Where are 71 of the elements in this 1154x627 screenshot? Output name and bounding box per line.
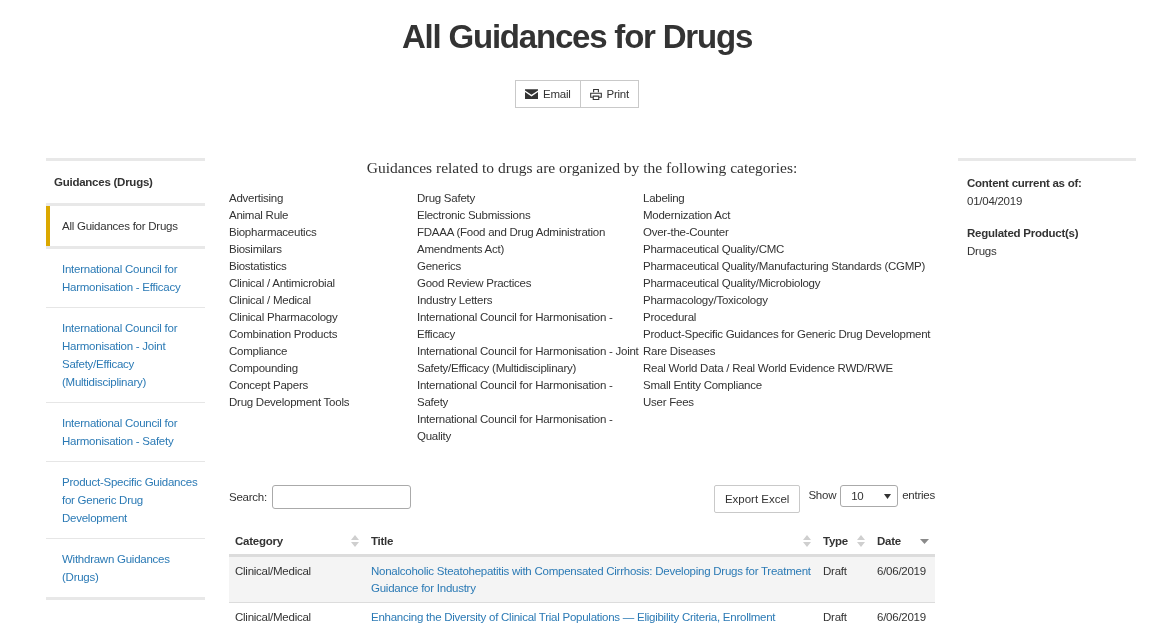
table-cell: Clinical/Medical: [229, 555, 365, 603]
category-link[interactable]: Generics: [417, 258, 462, 275]
sidebar-heading: Guidances (Drugs): [54, 176, 153, 188]
category-link[interactable]: Compounding: [229, 360, 298, 377]
sidebar-link[interactable]: International Council for Harmonisation - Efficacy: [46, 249, 205, 307]
category-link[interactable]: Pharmaceutical Quality/Microbiology: [643, 275, 821, 292]
category-link[interactable]: Clinical Pharmacology: [229, 309, 338, 326]
category-link[interactable]: Procedural: [643, 309, 697, 326]
category-link[interactable]: International Council for Harmonisation - Efficacy: [417, 309, 643, 343]
category-link[interactable]: Good Review Practices: [417, 275, 532, 292]
page-title: All Guidances for Drugs: [401, 17, 753, 57]
category-link[interactable]: Clinical / Medical: [229, 292, 311, 309]
sidebar-link[interactable]: All Guidances for Drugs: [46, 206, 205, 246]
show-label: Show: [808, 488, 837, 503]
category-link[interactable]: Product-Specific Guidances for Generic Drug Development: [643, 326, 931, 343]
email-button[interactable]: Email: [515, 80, 581, 108]
table-cell: Clinical/Medical: [229, 602, 365, 627]
category-link[interactable]: Advertising: [229, 190, 284, 207]
page-size-select[interactable]: 10: [840, 485, 899, 507]
category-link[interactable]: Electronic Submissions: [417, 207, 531, 224]
envelope-icon: [525, 89, 539, 99]
category-link[interactable]: Biostatistics: [229, 258, 287, 275]
category-link[interactable]: Animal Rule: [229, 207, 289, 224]
category-link[interactable]: International Council for Harmonisation - Quality: [417, 411, 643, 445]
sidebar-link[interactable]: Product-Specific Guidances for Generic Drug Development: [46, 462, 205, 538]
entries-label: entries: [902, 488, 935, 503]
column-header[interactable]: Category: [229, 528, 365, 554]
search-label: Search:: [229, 490, 267, 505]
category-link[interactable]: International Council for Harmonisation - Safety: [417, 377, 643, 411]
category-link[interactable]: Real World Data / Real World Evidence RWD/RWE: [643, 360, 893, 377]
category-link[interactable]: Rare Diseases: [643, 343, 716, 360]
category-link[interactable]: International Council for Harmonisation - Joint Safety/Efficacy (Multidisciplinary): [417, 343, 643, 377]
sidebar-link[interactable]: International Council for Harmonisation - Joint Safety/Efficacy (Multidisciplinary): [46, 308, 205, 402]
export-button[interactable]: Export Excel: [713, 485, 801, 513]
printer-icon: [589, 88, 602, 100]
category-link[interactable]: User Fees: [643, 394, 694, 411]
table-cell: Draft: [817, 602, 871, 627]
title-link[interactable]: Enhancing the Diversity of Clinical Trial Populations — Eligibility Criteria, Enrollment: [371, 609, 811, 626]
category-link[interactable]: Drug Development Tools: [229, 394, 350, 411]
category-link[interactable]: FDAAA (Food and Drug Administration Amendments Act): [417, 224, 643, 258]
category-link[interactable]: Clinical / Antimicrobial: [229, 275, 335, 292]
category-link[interactable]: Modernization Act: [643, 207, 731, 224]
category-link[interactable]: Pharmacology/Toxicology: [643, 292, 768, 309]
category-link[interactable]: Biosimilars: [229, 241, 282, 258]
category-link[interactable]: Compliance: [229, 343, 288, 360]
category-link[interactable]: Industry Letters: [417, 292, 493, 309]
category-link[interactable]: Pharmaceutical Quality/CMC: [643, 241, 785, 258]
detail-label: Regulated Product(s): [967, 226, 1079, 241]
category-link[interactable]: Biopharmaceutics: [229, 224, 317, 241]
category-link[interactable]: Pharmaceutical Quality/Manufacturing Standards (CGMP): [643, 258, 926, 275]
column-header[interactable]: Date: [871, 528, 935, 554]
table-cell: 6/06/2019: [871, 555, 935, 603]
table-cell: 6/06/2019: [871, 602, 935, 627]
categories-heading: Guidances related to drugs are organized by the following categories:: [366, 159, 798, 176]
column-header[interactable]: Type: [817, 528, 871, 554]
detail-label: Content current as of:: [967, 176, 1082, 191]
detail-value: 01/04/2019: [967, 194, 1023, 209]
print-button[interactable]: Print: [580, 80, 639, 108]
column-header[interactable]: Title: [365, 528, 817, 554]
sidebar-link[interactable]: Withdrawn Guidances (Drugs): [46, 539, 205, 597]
category-link[interactable]: Concept Papers: [229, 377, 308, 394]
category-link[interactable]: Small Entity Compliance: [643, 377, 762, 394]
detail-value: Drugs: [967, 244, 997, 259]
category-link[interactable]: Combination Products: [229, 326, 338, 343]
sidebar-link[interactable]: International Council for Harmonisation - Safety: [46, 403, 205, 461]
category-link[interactable]: Drug Safety: [417, 190, 475, 207]
search-field[interactable]: [271, 485, 411, 509]
caret-icon: [884, 493, 892, 499]
table-cell: Draft: [817, 555, 871, 603]
category-link[interactable]: Labeling: [643, 190, 685, 207]
category-link[interactable]: Over-the-Counter: [643, 224, 729, 241]
